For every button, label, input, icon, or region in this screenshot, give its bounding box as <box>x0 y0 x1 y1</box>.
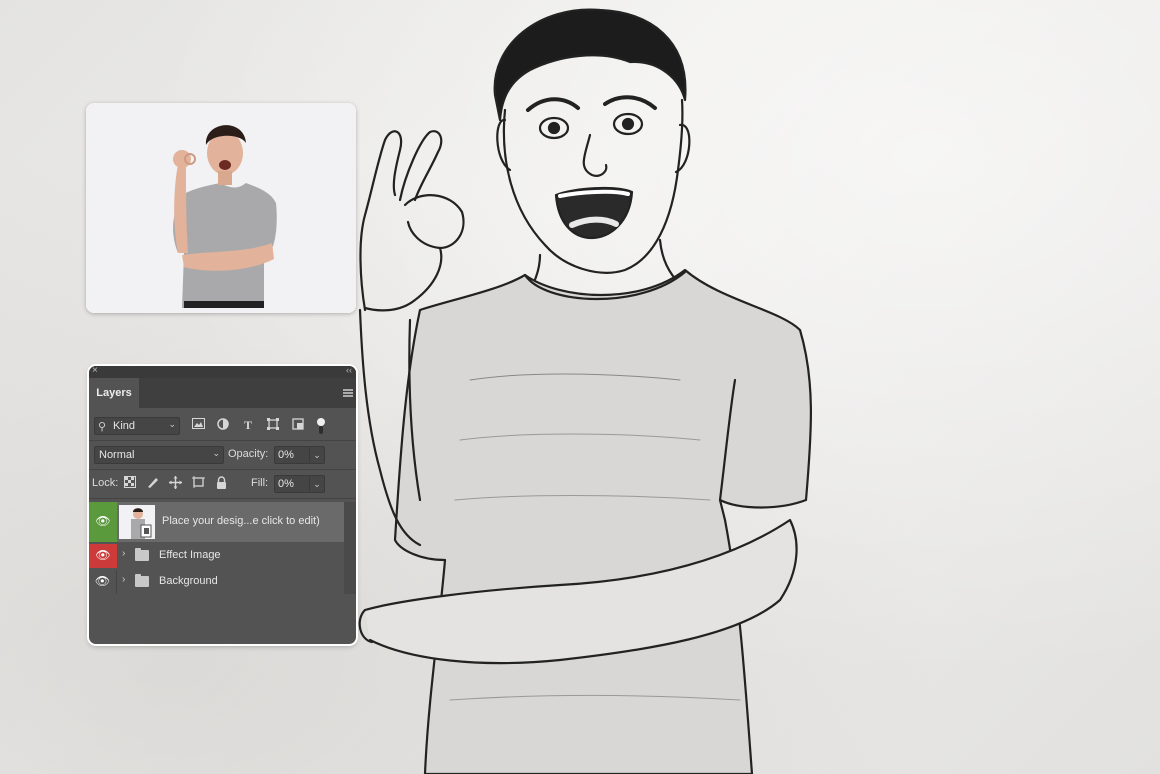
fill-value: 0% <box>278 478 294 490</box>
smart-object-filter-icon[interactable] <box>291 418 305 432</box>
layer-filter-row: ⚲ Kind ⌄ T <box>89 414 356 441</box>
blend-opacity-row: Normal ⌄ Opacity: 0% ⌄ <box>89 443 356 470</box>
blend-mode-value: Normal <box>99 449 135 461</box>
adjustment-filter-icon[interactable] <box>216 418 230 432</box>
visibility-toggle[interactable]: 👁 <box>89 544 117 568</box>
image-filter-icon[interactable] <box>191 418 205 432</box>
collapse-panel-icon[interactable]: ‹‹ <box>346 366 352 375</box>
filter-toggle-icon[interactable] <box>314 418 328 434</box>
panel-tab-bar: Layers <box>89 378 356 408</box>
shape-filter-icon[interactable] <box>266 418 280 432</box>
layer-name: Background <box>159 575 218 587</box>
eye-icon: 👁 <box>94 574 111 588</box>
close-icon[interactable]: × <box>92 366 98 376</box>
lock-artboard-icon[interactable] <box>191 476 205 490</box>
tab-layers[interactable]: Layers <box>89 378 139 408</box>
lock-label: Lock: <box>92 477 119 489</box>
fill-dropdown-button[interactable]: ⌄ <box>309 475 325 493</box>
opacity-dropdown-button[interactable]: ⌄ <box>309 446 325 464</box>
folder-icon <box>135 574 149 587</box>
visibility-toggle[interactable]: 👁 <box>89 570 117 594</box>
panel-menu-icon[interactable] <box>343 389 353 397</box>
eye-icon: 👁 <box>95 514 111 528</box>
type-filter-icon[interactable]: T <box>241 418 255 432</box>
layer-name: Effect Image <box>159 549 221 561</box>
search-icon: ⚲ <box>98 421 107 433</box>
fill-label: Fill: <box>251 477 269 489</box>
layers-panel: × ‹‹ Layers ⚲ Kind ⌄ T Normal ⌄ Opacity:… <box>89 366 356 644</box>
layer-row-smart-object[interactable]: 👁 Place your desig...e click to edit) <box>89 502 344 542</box>
filter-kind-select[interactable]: ⚲ Kind ⌄ <box>94 417 180 435</box>
layers-scrollbar[interactable] <box>344 502 356 594</box>
expand-arrow-icon[interactable]: › <box>122 548 125 559</box>
lock-position-icon[interactable] <box>168 476 182 490</box>
eye-icon: 👁 <box>95 548 111 562</box>
folder-icon <box>135 548 149 561</box>
lock-transparent-pixels-icon[interactable] <box>123 476 137 490</box>
blend-mode-select[interactable]: Normal ⌄ <box>94 446 224 464</box>
opacity-label: Opacity: <box>228 448 269 460</box>
chevron-down-icon: ⌄ <box>168 419 176 429</box>
visibility-toggle[interactable]: 👁 <box>89 502 117 542</box>
filter-kind-value: Kind <box>113 420 136 432</box>
lock-image-pixels-icon[interactable] <box>146 476 160 490</box>
opacity-input[interactable]: 0% <box>274 446 310 464</box>
layer-thumbnail <box>119 505 155 539</box>
layer-row-effect-image[interactable]: 👁 › Effect Image <box>89 544 344 568</box>
panel-title-bar: × ‹‹ <box>89 366 356 378</box>
original-photo-preview <box>86 103 356 313</box>
lock-all-icon[interactable] <box>214 476 228 490</box>
fill-input[interactable]: 0% <box>274 475 310 493</box>
layer-row-background[interactable]: 👁 › Background <box>89 570 344 594</box>
original-photo-image <box>86 103 356 313</box>
layer-name: Place your desig...e click to edit) <box>162 515 320 527</box>
chevron-down-icon: ⌄ <box>212 448 220 458</box>
opacity-value: 0% <box>278 449 294 461</box>
lock-fill-row: Lock: Fill: 0% ⌄ <box>89 472 356 499</box>
expand-arrow-icon[interactable]: › <box>122 574 125 585</box>
